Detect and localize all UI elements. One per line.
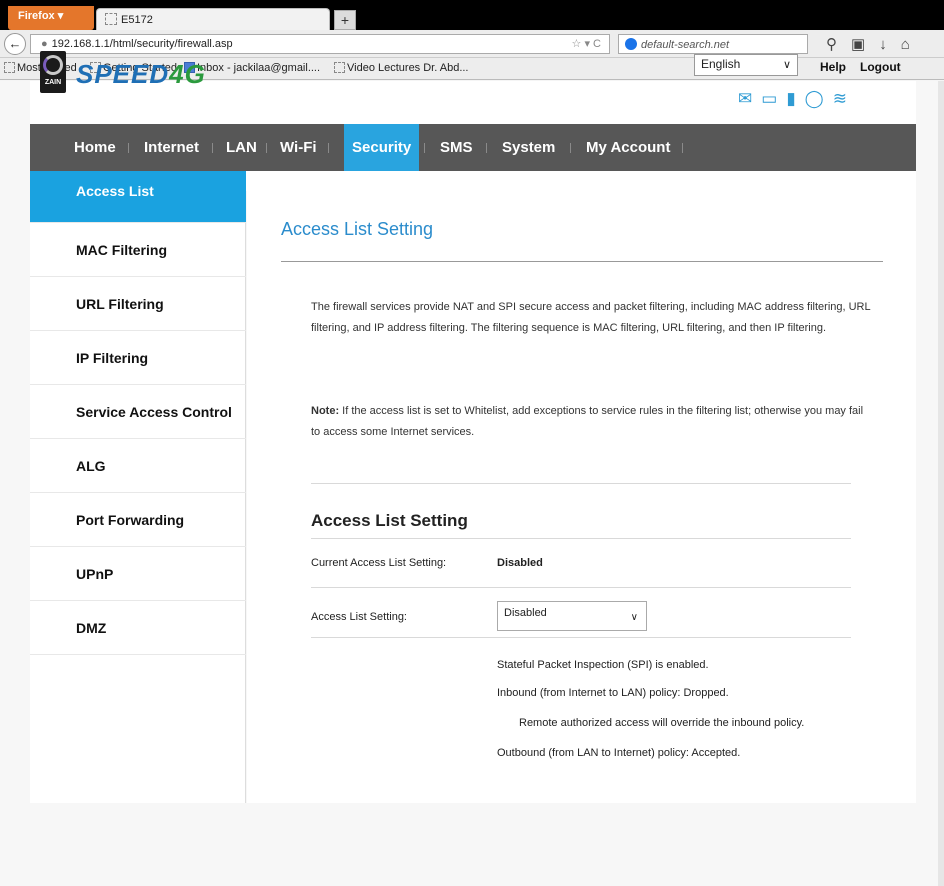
download-icon[interactable]: ↓ [879, 36, 901, 53]
note-text: Note: If the access list is set to White… [311, 405, 864, 438]
divider [311, 483, 851, 484]
browser-tab[interactable]: E5172 [96, 8, 330, 30]
usim-icon: ▭ [761, 89, 787, 108]
language-select[interactable]: English ∨ [694, 54, 798, 76]
help-link[interactable]: Help [820, 60, 846, 74]
url-text: 192.168.1.1/html/security/firewall.asp [51, 38, 233, 50]
signal-icon: ▮ [786, 89, 805, 108]
sidebar-item-url-filtering[interactable]: URL Filtering [30, 277, 246, 331]
sidebar-item-port-forwarding[interactable]: Port Forwarding [30, 493, 246, 547]
tab-wifi[interactable]: Wi-Fi [280, 124, 317, 171]
swirl-icon [43, 55, 63, 75]
sidebar-item-upnp[interactable]: UPnP [30, 547, 246, 601]
navigation-toolbar: ← ● 192.168.1.1/html/security/firewall.as… [0, 30, 944, 58]
sidebar: Access List MAC Filtering URL Filtering … [30, 171, 246, 803]
back-arrow-icon[interactable]: ← [4, 33, 26, 55]
addon-icon[interactable]: ▣ [851, 36, 879, 53]
content-panel: Access List Setting The firewall service… [247, 171, 916, 803]
inbound-policy-text: Inbound (from Internet to LAN) policy: D… [497, 687, 729, 699]
globe-icon: ● [41, 38, 48, 50]
status-icons: ✉▭▮◯≋ [738, 89, 856, 109]
outbound-policy-text: Outbound (from LAN to Internet) policy: … [497, 747, 741, 759]
section-title: Access List Setting [311, 511, 468, 530]
page-icon [105, 13, 117, 25]
bookmark-star-icon[interactable]: ☆ ▾ C [572, 37, 601, 50]
chevron-down-icon: ∨ [782, 59, 791, 71]
sidebar-item-alg[interactable]: ALG [30, 439, 246, 493]
tab-security[interactable]: Security [344, 124, 420, 171]
magnifier-icon[interactable]: ⚲ [826, 36, 851, 53]
chevron-down-icon: ∨ [630, 612, 638, 623]
current-setting-label: Current Access List Setting: [311, 557, 447, 569]
new-tab-button[interactable]: + [334, 10, 356, 30]
page-title: Access List Setting [281, 219, 434, 239]
divider [311, 587, 851, 588]
tab-title: E5172 [121, 14, 153, 26]
router-page: ZAIN SPEED4G English ∨ Help Logout ✉▭▮◯≋ … [0, 51, 944, 886]
description-text: The firewall services provide NAT and SP… [311, 301, 871, 334]
main-nav: Home Internet LAN Wi-Fi Security SMS Sys… [30, 124, 916, 171]
divider [281, 261, 883, 262]
tab-my-account[interactable]: My Account [586, 124, 670, 171]
tab-system[interactable]: System [502, 124, 555, 171]
speed4g-brand: SPEED4G [76, 59, 206, 89]
spi-status-text: Stateful Packet Inspection (SPI) is enab… [497, 659, 709, 671]
tab-sms[interactable]: SMS [440, 124, 473, 171]
toolbar-icons: ⚲▣↓⌂ [826, 35, 924, 53]
home-icon[interactable]: ⌂ [901, 36, 924, 53]
search-engine-icon [625, 38, 637, 50]
sidebar-item-ip-filtering[interactable]: IP Filtering [30, 331, 246, 385]
envelope-icon[interactable]: ✉ [738, 89, 761, 108]
firefox-menu-button[interactable]: Firefox ▾ [8, 6, 94, 30]
access-list-setting-select[interactable]: Disabled ∨ [497, 601, 647, 631]
page-icon [334, 62, 345, 73]
divider [311, 538, 851, 539]
logout-link[interactable]: Logout [860, 60, 901, 74]
search-bar[interactable]: default-search.net [618, 34, 808, 54]
tab-lan[interactable]: LAN [226, 124, 257, 171]
search-text: default-search.net [641, 39, 730, 51]
bookmark-video-lectures[interactable]: Video Lectures Dr. Abd... [334, 62, 468, 74]
tab-internet[interactable]: Internet [144, 124, 199, 171]
window-titlebar: Firefox ▾ E5172 + [0, 0, 944, 30]
zain-logo: ZAIN [40, 51, 66, 93]
sidebar-item-access-list[interactable]: Access List [30, 171, 246, 223]
scrollbar[interactable] [938, 81, 944, 886]
divider [311, 637, 851, 638]
folder-icon [4, 62, 15, 73]
url-bar[interactable]: ● 192.168.1.1/html/security/firewall.asp … [30, 34, 610, 54]
access-list-setting-label: Access List Setting: [311, 611, 407, 623]
sidebar-item-dmz[interactable]: DMZ [30, 601, 246, 655]
globe-icon: ◯ [804, 89, 833, 108]
tab-home[interactable]: Home [74, 124, 116, 171]
remote-access-text: Remote authorized access will override t… [519, 717, 805, 729]
sidebar-item-mac-filtering[interactable]: MAC Filtering [30, 223, 246, 277]
sidebar-item-service-access-control[interactable]: Service Access Control [30, 385, 246, 439]
current-setting-value: Disabled [497, 557, 543, 569]
wifi-icon: ≋ [832, 89, 856, 108]
